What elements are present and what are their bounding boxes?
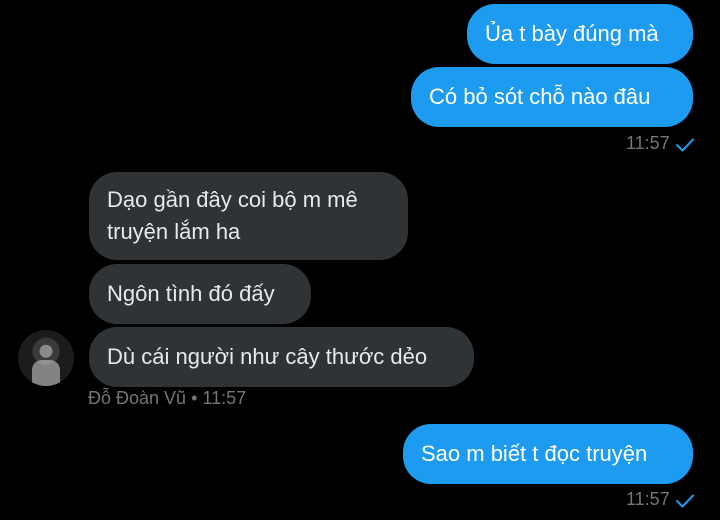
message-timestamp: 11:57 [626,489,670,509]
outgoing-message[interactable]: Có bỏ sót chỗ nào đâu [411,67,693,127]
incoming-message[interactable]: Ngôn tình đó đấy [89,264,311,324]
profile-photo-icon [32,360,60,386]
checkmark-icon [676,138,694,152]
sender-name[interactable]: Đỗ Đoàn Vũ [88,388,186,408]
outgoing-message[interactable]: Ủa t bày đúng mà [467,4,693,64]
incoming-message[interactable]: Dù cái người như cây thước dẻo [89,327,474,387]
sender-info: Đỗ Đoàn Vũ • 11:57 [88,388,246,409]
checkmark-icon [676,494,694,508]
avatar[interactable] [18,330,74,386]
conversation-view: Ủa t bày đúng mà Có bỏ sót chỗ nào đâu 1… [0,0,720,520]
message-line: truyện lắm ha [107,219,241,244]
incoming-message[interactable]: Dạo gần đây coi bộ m mê truyện lắm ha [89,172,408,260]
separator-dot: • [191,388,198,408]
message-line: Dạo gần đây coi bộ m mê [107,187,358,212]
message-timestamp: 11:57 [202,388,247,408]
message-timestamp: 11:57 [626,133,670,153]
outgoing-message[interactable]: Sao m biết t đọc truyện [403,424,693,484]
